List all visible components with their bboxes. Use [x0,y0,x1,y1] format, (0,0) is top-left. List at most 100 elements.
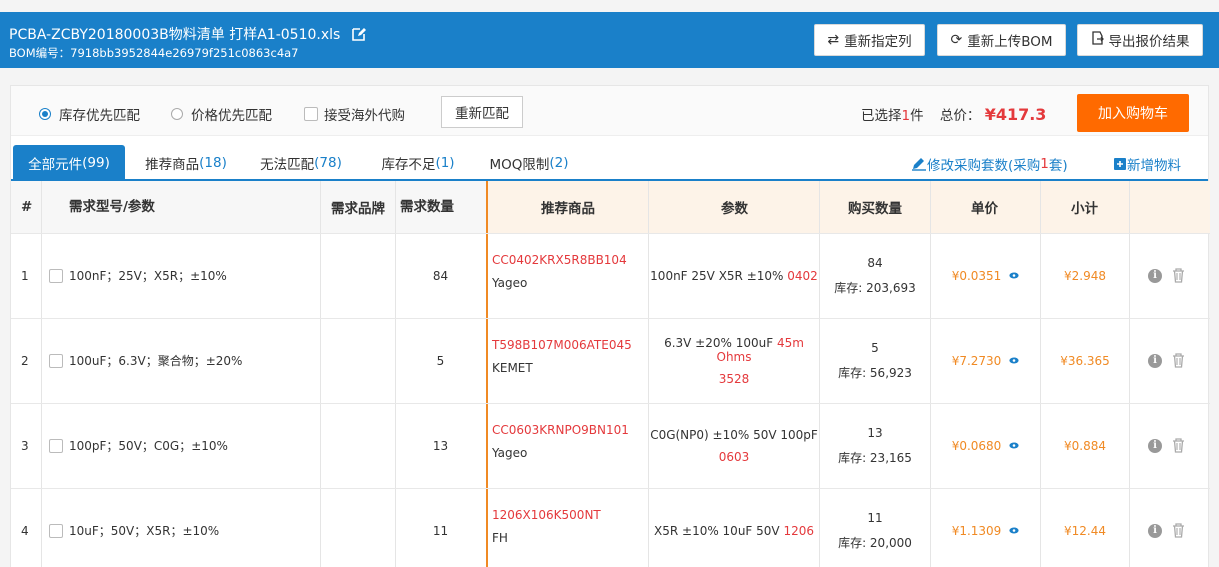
radio-price-priority[interactable]: 价格优先匹配 [171,104,272,124]
modify-sets-label: 修改采购套数(采购 [927,158,1041,174]
reupload-bom-button[interactable]: ⟳ 重新上传BOM [937,24,1066,56]
col-index: # [21,199,33,215]
modify-sets-link[interactable]: 修改采购套数(采购 1 套) [911,154,1068,174]
row-index: 4 [21,523,29,538]
row-index: 1 [21,268,29,283]
row-recommend: 1206X106K500NT FH [492,508,601,545]
row-model: 10uF；50V；X5R；±10% [49,488,219,567]
col-qty: 需求数量 [400,199,454,215]
buy-qty-value[interactable]: 13 [867,426,882,440]
row-subtotal: ¥36.365 [1060,353,1110,368]
col-unit-price: 单价 [971,201,998,217]
radio-unselected-icon [171,108,183,120]
add-to-cart-button[interactable]: 加入购物车 [1077,94,1189,132]
trash-icon[interactable] [1172,523,1185,538]
stock-value: 库存: 203,693 [834,280,916,295]
row-actions: i [1148,268,1185,283]
row-buy-qty: 13 库存: 23,165 [820,403,930,488]
radio-stock-priority-label: 库存优先匹配 [59,108,140,124]
row-qty: 84 [432,268,449,283]
col-divider [1129,181,1130,567]
modify-sets-count: 1 [1040,156,1049,172]
refresh-icon: ⟳ [950,32,963,48]
tab-label: 无法匹配 [260,157,315,173]
tab-unmatched[interactable]: 无法匹配 (78) [251,145,351,181]
stock-value: 库存: 56,923 [838,365,912,380]
row-buy-qty: 84 库存: 203,693 [820,233,930,318]
params-package: 3528 [718,371,750,386]
eye-icon[interactable] [1009,527,1019,534]
tab-recommended[interactable]: 推荐商品 (18) [136,145,236,181]
row-model-text: 100pF；50V；C0G；±10% [69,439,228,453]
add-material-label: 新增物料 [1127,158,1181,174]
reassign-columns-button[interactable]: ⇄ 重新指定列 [814,24,925,56]
tab-count: (2) [549,155,569,171]
tab-label: MOQ限制 [489,157,550,173]
stock-value: 库存: 23,165 [838,450,912,465]
row-checkbox[interactable] [49,438,63,453]
row-buy-qty: 5 库存: 56,923 [820,318,930,403]
row-checkbox[interactable] [49,268,63,283]
info-icon[interactable]: i [1148,523,1162,538]
buy-qty-value[interactable]: 84 [867,256,882,270]
eye-icon[interactable] [1009,357,1019,364]
params-line: 100nF 25V X5R ±10% 0402 [650,269,818,283]
row-checkbox[interactable] [49,523,63,538]
row-model-text: 100uF；6.3V；聚合物；±20% [69,354,243,368]
radio-selected-icon [39,108,51,120]
info-icon[interactable]: i [1148,353,1162,368]
selected-suffix: 件 [910,108,924,124]
export-quote-button[interactable]: 导出报价结果 [1077,24,1203,56]
top-bar: PCBA-ZCBY20180003B物料清单 打样A1-0510.xls BOM… [0,12,1219,68]
rematch-button[interactable]: 重新匹配 [441,96,523,128]
col-subtotal: 小计 [1071,201,1098,217]
radio-stock-priority[interactable]: 库存优先匹配 [39,104,140,124]
add-material-link[interactable]: 新增物料 [1113,154,1181,174]
row-unit-price: ¥1.1309 [931,488,1040,567]
params-text: C0G(NP0) ±10% 50V 100pF [650,427,818,442]
part-number-link[interactable]: CC0402KRX5R8BB104 [492,253,627,267]
tab-moq-limit[interactable]: MOQ限制 (2) [479,145,579,181]
col-divider [41,181,42,567]
row-params: C0G(NP0) ±10% 50V 100pF 0603 [649,403,819,488]
part-number-link[interactable]: T598B107M006ATE045 [492,338,632,352]
checkbox-icon [304,107,318,121]
eye-icon[interactable] [1009,442,1019,449]
col-divider [320,181,321,567]
row-actions: i [1148,438,1185,453]
params-highlight: 1206 [783,523,814,538]
trash-icon[interactable] [1172,353,1185,368]
part-number-link[interactable]: 1206X106K500NT [492,508,601,522]
col-buy-qty: 购买数量 [848,201,902,217]
overseas-checkbox[interactable]: 接受海外代购 [304,104,405,124]
buy-qty-value[interactable]: 5 [871,341,879,355]
unit-price-value: ¥0.0680 [951,438,1002,453]
radio-price-priority-label: 价格优先匹配 [191,108,272,124]
tab-count: (78) [314,155,342,171]
row-recommend: T598B107M006ATE045 KEMET [492,338,632,375]
export-quote-label: 导出报价结果 [1108,34,1190,50]
info-icon[interactable]: i [1148,268,1162,283]
row-unit-price: ¥0.0680 [931,403,1040,488]
export-icon [1091,31,1104,49]
tab-low-stock[interactable]: 库存不足 (1) [368,145,468,181]
buy-qty-value[interactable]: 11 [867,511,882,525]
row-model: 100pF；50V；C0G；±10% [49,403,228,488]
eye-icon[interactable] [1009,272,1019,279]
trash-icon[interactable] [1172,268,1185,283]
row-actions: i [1148,353,1185,368]
info-icon[interactable]: i [1148,438,1162,453]
params-line: X5R ±10% 10uF 50V 1206 [654,524,814,538]
unit-price-value: ¥0.0351 [951,268,1002,283]
stock-value: 库存: 20,000 [838,535,912,550]
params-line: C0G(NP0) ±10% 50V 100pF [650,428,818,442]
row-subtotal: ¥2.948 [1064,268,1106,283]
tab-count: (18) [199,155,227,171]
row-unit-price: ¥7.2730 [931,318,1040,403]
edit-icon[interactable] [352,27,367,41]
trash-icon[interactable] [1172,438,1185,453]
row-checkbox[interactable] [49,353,63,368]
tab-all-components[interactable]: 全部元件 (99) [13,145,125,181]
unit-price-value: ¥7.2730 [951,353,1002,368]
part-number-link[interactable]: CC0603KRNPO9BN101 [492,423,629,437]
